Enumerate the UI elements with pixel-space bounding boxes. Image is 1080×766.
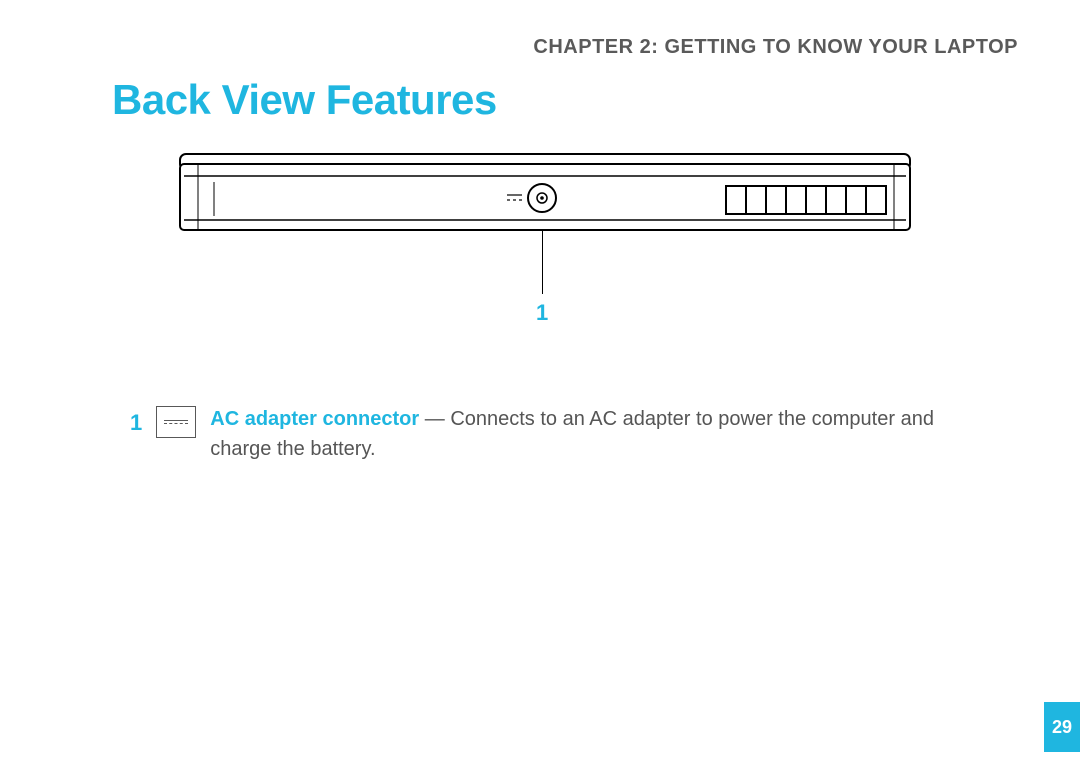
laptop-rear-illustration bbox=[178, 152, 912, 248]
page-number: 29 bbox=[1044, 702, 1080, 752]
legend-item: 1 AC adapter connector — Connects to an … bbox=[130, 404, 990, 464]
laptop-back-view-diagram: 1 bbox=[178, 152, 912, 253]
legend-separator: — bbox=[419, 408, 450, 430]
dc-power-icon bbox=[156, 406, 196, 438]
feature-legend: 1 AC adapter connector — Connects to an … bbox=[130, 404, 990, 464]
legend-item-number: 1 bbox=[130, 410, 142, 436]
legend-item-text: AC adapter connector — Connects to an AC… bbox=[210, 404, 990, 464]
section-title: Back View Features bbox=[112, 76, 497, 124]
diagram-callout-number: 1 bbox=[536, 300, 548, 326]
chapter-header: CHAPTER 2: GETTING TO KNOW YOUR LAPTOP bbox=[533, 36, 1018, 59]
callout-leader-line bbox=[542, 230, 543, 294]
legend-term: AC adapter connector bbox=[210, 408, 419, 430]
